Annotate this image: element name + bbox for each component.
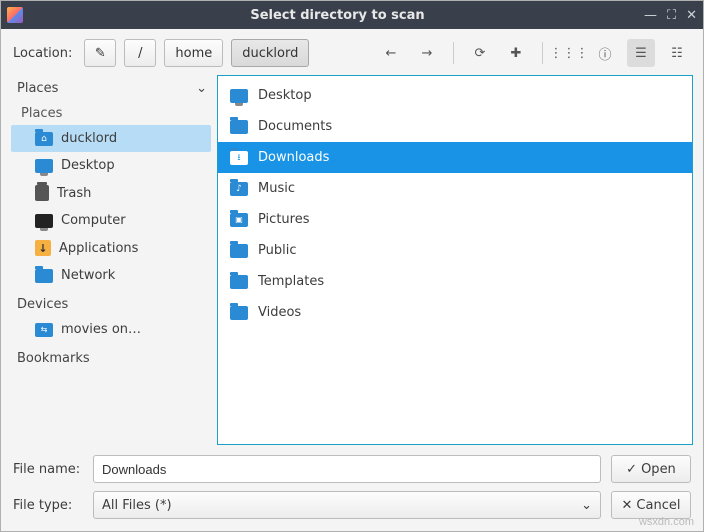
view-detail-button[interactable]: ☷	[663, 39, 691, 67]
chevron-down-icon: ⌄	[581, 498, 592, 513]
plus-icon: ✚	[511, 46, 522, 61]
watermark: wsxdn.com	[639, 516, 694, 528]
cancel-button[interactable]: ✕ Cancel	[611, 491, 691, 519]
sidebar-item-label: Trash	[57, 186, 91, 201]
open-button[interactable]: ✓ Open	[611, 455, 691, 483]
file-item-pictures[interactable]: Pictures	[218, 204, 692, 235]
network-drive-icon	[35, 323, 53, 337]
file-item-videos[interactable]: Videos	[218, 297, 692, 328]
file-item-label: Pictures	[258, 212, 309, 227]
minimize-icon[interactable]: —	[644, 8, 657, 23]
file-item-templates[interactable]: Templates	[218, 266, 692, 297]
nav-back-button[interactable]: ←	[377, 39, 405, 67]
sidebar-item-label: Computer	[61, 213, 126, 228]
path-root[interactable]: /	[124, 39, 156, 67]
file-list[interactable]: Desktop Documents Downloads Music Pictur…	[217, 75, 693, 445]
file-item-label: Public	[258, 243, 296, 258]
x-icon: ✕	[622, 498, 633, 513]
filetype-label: File type:	[13, 498, 83, 513]
pictures-folder-icon	[230, 213, 248, 227]
arrow-right-icon: →	[422, 46, 433, 61]
desktop-icon	[230, 89, 248, 103]
info-icon: ⓘ	[599, 44, 612, 63]
file-item-label: Downloads	[258, 150, 329, 165]
sidebar-item-trash[interactable]: Trash	[11, 179, 211, 207]
sidebar-item-desktop[interactable]: Desktop	[11, 152, 211, 179]
sidebar-header-bookmarks: Bookmarks	[11, 343, 211, 370]
dialog-body: Places ⌄ Places ducklord Desktop Trash C…	[1, 75, 703, 449]
sidebar-subheader-places: Places	[11, 100, 211, 125]
folder-icon	[230, 244, 248, 258]
home-folder-icon	[35, 132, 53, 146]
filetype-select[interactable]: All Files (*) ⌄	[93, 491, 601, 519]
path-seg-current[interactable]: ducklord	[231, 39, 309, 67]
sidebar-item-label: ducklord	[61, 131, 117, 146]
desktop-icon	[35, 159, 53, 173]
sidebar-header-places[interactable]: Places ⌄	[11, 75, 211, 100]
maximize-icon[interactable]: ⛶	[667, 8, 676, 23]
list-icon: ☰	[635, 46, 647, 61]
view-grid-button[interactable]: ⋮⋮⋮	[555, 39, 583, 67]
file-item-downloads[interactable]: Downloads	[218, 142, 692, 173]
sidebar-item-network[interactable]: Network	[11, 262, 211, 289]
sidebar-item-label: Applications	[59, 241, 138, 256]
dialog-footer: File name: ✓ Open File type: All Files (…	[1, 449, 703, 531]
check-icon: ✓	[626, 462, 637, 477]
file-item-label: Desktop	[258, 88, 312, 103]
folder-icon	[230, 275, 248, 289]
detail-list-icon: ☷	[671, 46, 683, 61]
chevron-down-icon: ⌄	[196, 81, 207, 96]
nav-forward-button[interactable]: →	[413, 39, 441, 67]
applications-icon: ↓	[35, 240, 51, 256]
file-item-label: Music	[258, 181, 295, 196]
path-seg-home[interactable]: home	[164, 39, 223, 67]
titlebar: Select directory to scan — ⛶ ✕	[1, 1, 703, 29]
folder-icon	[230, 120, 248, 134]
filename-label: File name:	[13, 462, 83, 477]
new-folder-button[interactable]: ✚	[502, 39, 530, 67]
file-item-public[interactable]: Public	[218, 235, 692, 266]
reload-button[interactable]: ⟳	[466, 39, 494, 67]
folder-icon	[230, 306, 248, 320]
sidebar-header-devices: Devices	[11, 289, 211, 316]
computer-icon	[35, 214, 53, 228]
close-icon[interactable]: ✕	[686, 8, 697, 23]
sidebar-item-device[interactable]: movies on…	[11, 316, 211, 343]
music-folder-icon	[230, 182, 248, 196]
arrow-left-icon: ←	[386, 46, 397, 61]
window-title: Select directory to scan	[31, 8, 644, 23]
path-edit-button[interactable]: ✎	[84, 39, 116, 67]
location-label: Location:	[13, 46, 72, 61]
sidebar-item-label: movies on…	[61, 322, 141, 337]
filename-input[interactable]	[93, 455, 601, 483]
sidebar-item-label: Desktop	[61, 158, 115, 173]
pencil-icon: ✎	[95, 46, 106, 61]
grid-icon: ⋮⋮⋮	[550, 46, 589, 61]
sidebar-item-applications[interactable]: ↓ Applications	[11, 234, 211, 262]
info-button[interactable]: ⓘ	[591, 39, 619, 67]
dialog-window: Select directory to scan — ⛶ ✕ Location:…	[0, 0, 704, 532]
network-folder-icon	[35, 269, 53, 283]
file-item-desktop[interactable]: Desktop	[218, 80, 692, 111]
trash-icon	[35, 185, 49, 201]
sidebar-item-computer[interactable]: Computer	[11, 207, 211, 234]
file-item-documents[interactable]: Documents	[218, 111, 692, 142]
reload-icon: ⟳	[475, 46, 486, 61]
places-sidebar: Places ⌄ Places ducklord Desktop Trash C…	[11, 75, 211, 445]
file-item-label: Templates	[258, 274, 324, 289]
app-icon	[7, 7, 23, 23]
view-list-button[interactable]: ☰	[627, 39, 655, 67]
file-item-music[interactable]: Music	[218, 173, 692, 204]
sidebar-item-label: Network	[61, 268, 115, 283]
file-item-label: Videos	[258, 305, 301, 320]
downloads-folder-icon	[230, 151, 248, 165]
sidebar-item-home[interactable]: ducklord	[11, 125, 211, 152]
file-item-label: Documents	[258, 119, 332, 134]
toolbar: Location: ✎ / home ducklord ← → ⟳ ✚ ⋮⋮⋮ …	[1, 29, 703, 75]
